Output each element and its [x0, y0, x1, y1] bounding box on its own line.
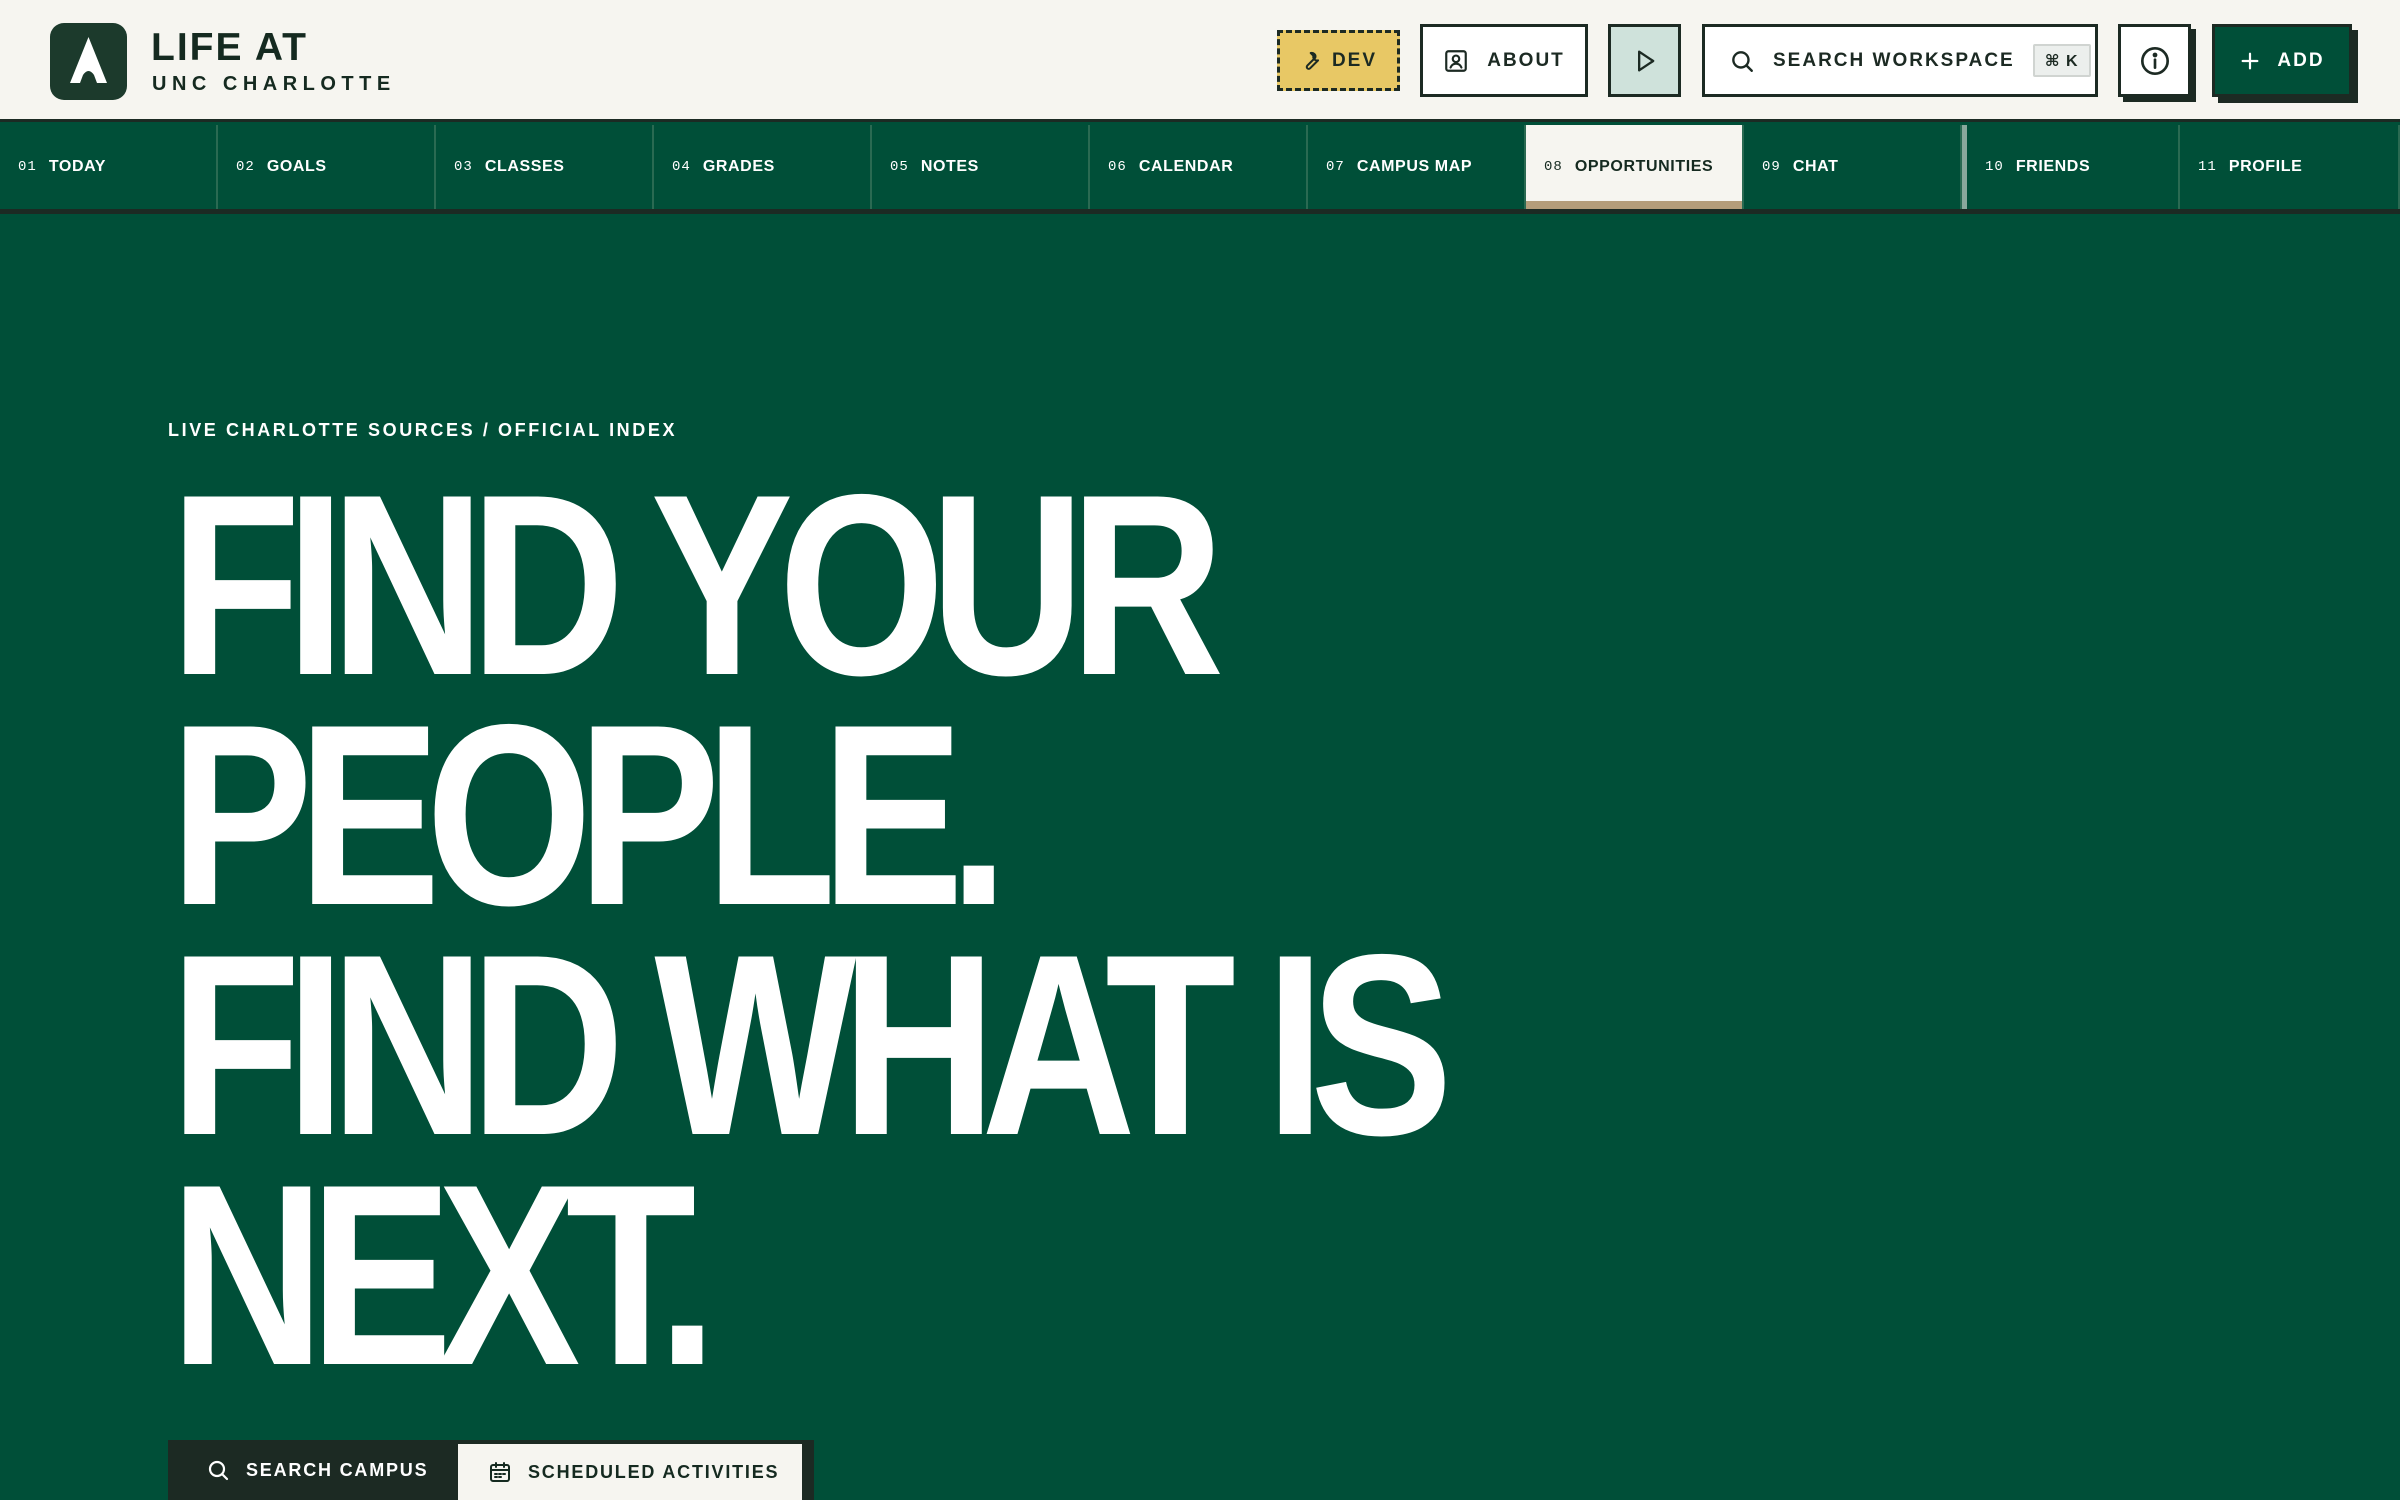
scheduled-activities-button[interactable]: SCHEDULED ACTIVITIES	[454, 1440, 806, 1500]
tab-goals[interactable]: 02 GOALS	[218, 125, 436, 209]
search-workspace-label: SEARCH WORKSPACE	[1773, 49, 2015, 71]
tab-campus-map[interactable]: 07 CAMPUS MAP	[1308, 125, 1526, 209]
tab-label: CHAT	[1792, 158, 1839, 175]
tab-opportunities[interactable]: 08 OPPORTUNITIES	[1526, 125, 1744, 209]
tab-number: 04	[672, 159, 691, 175]
dev-button[interactable]: DEV	[1277, 30, 1400, 91]
info-icon	[2140, 46, 2169, 75]
play-button[interactable]	[1608, 24, 1681, 97]
search-icon	[1732, 50, 1753, 72]
headline-line: FIND YOUR	[170, 440, 1224, 729]
hero-headline: FIND YOUR PEOPLE. FIND WHAT IS NEXT.	[170, 440, 1698, 1419]
tab-today[interactable]: 01 TODAY	[0, 125, 218, 209]
tab-label: NOTES	[920, 158, 979, 175]
tab-grades[interactable]: 04 GRADES	[654, 125, 872, 209]
brand-title: LIFE AT	[151, 26, 308, 69]
hero-cta-row: SEARCH CAMPUS SCHEDULED ACTIVITIES	[168, 1440, 818, 1500]
search-campus-button[interactable]: SEARCH CAMPUS	[168, 1440, 454, 1500]
tab-label: FRIENDS	[2015, 158, 2091, 175]
tab-chat[interactable]: 09 CHAT	[1744, 125, 1962, 209]
add-button[interactable]: ADD	[2212, 24, 2352, 97]
tab-number: 08	[1544, 159, 1563, 175]
headline-line: FIND WHAT IS	[170, 900, 1453, 1189]
hero-eyebrow: LIVE CHARLOTTE SOURCES / OFFICIAL INDEX	[168, 420, 678, 440]
tab-number: 10	[1985, 159, 2004, 175]
plus-icon	[2241, 52, 2259, 69]
tab-number: 06	[1108, 159, 1127, 175]
wrench-icon	[1305, 51, 1320, 70]
tab-friends[interactable]: 10 FRIENDS	[1962, 125, 2180, 209]
id-badge-icon	[1445, 49, 1468, 72]
search-workspace-button[interactable]: SEARCH WORKSPACE ⌘ K	[1702, 24, 2098, 97]
headline-line: NEXT.	[170, 1130, 717, 1419]
dev-button-label: DEV	[1331, 49, 1378, 71]
scheduled-activities-label: SCHEDULED ACTIVITIES	[528, 1461, 780, 1482]
tab-label: CALENDAR	[1138, 158, 1234, 175]
tab-label: GOALS	[266, 158, 327, 175]
tab-number: 07	[1326, 159, 1345, 175]
tab-number: 11	[2198, 159, 2217, 175]
about-button-label: ABOUT	[1487, 49, 1565, 71]
tab-number: 02	[236, 159, 255, 175]
tab-calendar[interactable]: 06 CALENDAR	[1090, 125, 1308, 209]
tab-number: 09	[1762, 159, 1781, 175]
arch-logo-icon[interactable]	[50, 23, 127, 100]
tab-number: 01	[18, 159, 37, 175]
tab-label: GRADES	[702, 158, 775, 175]
about-button[interactable]: ABOUT	[1420, 24, 1588, 97]
brand-subtitle: UNC CHARLOTTE	[152, 73, 396, 95]
tab-number: 03	[454, 159, 473, 175]
headline-line: PEOPLE.	[170, 670, 1009, 959]
main-nav: 01 TODAY 02 GOALS 03 CLASSES 04 GRADES 0…	[0, 125, 2400, 214]
play-icon	[1637, 50, 1654, 72]
tab-label: TODAY	[48, 158, 107, 175]
tab-label: PROFILE	[2228, 158, 2303, 175]
search-icon	[208, 1460, 229, 1481]
keyboard-shortcut-badge: ⌘ K	[2032, 44, 2091, 77]
tab-label: CLASSES	[484, 158, 565, 175]
tab-notes[interactable]: 05 NOTES	[872, 125, 1090, 209]
tab-label: OPPORTUNITIES	[1574, 158, 1714, 175]
info-button[interactable]	[2118, 24, 2191, 97]
calendar-icon	[490, 1462, 510, 1482]
top-header: LIFE AT UNC CHARLOTTE DEV ABOUT SEARCH W…	[0, 0, 2400, 122]
search-campus-label: SEARCH CAMPUS	[246, 1459, 429, 1480]
tab-classes[interactable]: 03 CLASSES	[436, 125, 654, 209]
tab-profile[interactable]: 11 PROFILE	[2180, 125, 2400, 209]
tab-number: 05	[890, 159, 909, 175]
tab-label: CAMPUS MAP	[1356, 158, 1473, 175]
add-button-label: ADD	[2277, 49, 2325, 71]
